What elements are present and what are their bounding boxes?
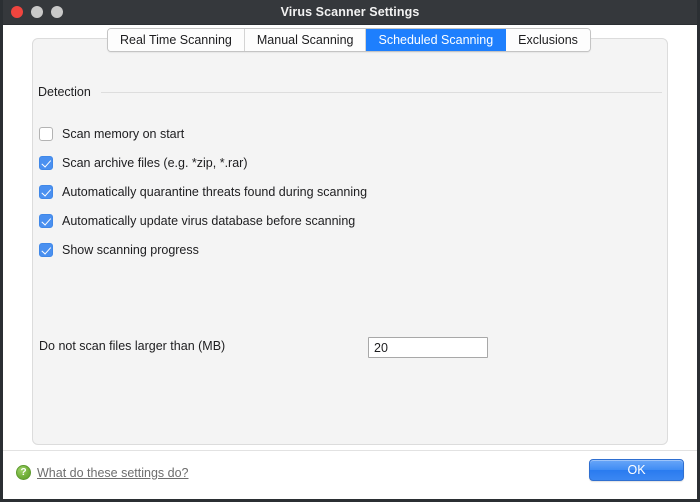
help-link-group[interactable]: ? What do these settings do? [16,465,188,480]
checkbox-auto-update-virus-database[interactable] [39,213,53,228]
close-button-icon[interactable] [11,6,23,18]
tab-bar: Real Time Scanning Manual Scanning Sched… [107,28,591,52]
tab-real-time-scanning[interactable]: Real Time Scanning [108,29,245,51]
tab-manual-scanning[interactable]: Manual Scanning [244,29,367,51]
help-link[interactable]: What do these settings do? [37,466,188,480]
ok-button[interactable]: OK [589,459,684,481]
tab-exclusions[interactable]: Exclusions [506,29,590,51]
option-show-scanning-progress[interactable]: Show scanning progress [39,235,649,264]
option-label: Automatically update virus database befo… [62,213,356,228]
detection-options-list: Scan memory on start Scan archive files … [39,119,649,264]
checkbox-scan-memory-on-start[interactable] [39,126,53,141]
checkbox-scan-archive-files[interactable] [39,155,53,170]
option-label: Show scanning progress [62,242,199,257]
file-size-limit-label: Do not scan files larger than (MB) [39,339,226,353]
tab-scheduled-scanning[interactable]: Scheduled Scanning [366,29,507,51]
option-label: Scan memory on start [62,126,185,141]
option-auto-quarantine-threats[interactable]: Automatically quarantine threats found d… [39,177,649,206]
window-body: Detection Scan memory on start Scan arch… [3,25,697,499]
title-bar: Virus Scanner Settings [3,0,697,25]
window-controls [11,0,63,24]
option-scan-memory-on-start[interactable]: Scan memory on start [39,119,649,148]
file-size-limit-row: Do not scan files larger than (MB) [39,337,659,358]
section-title: Detection [38,85,91,99]
minimize-button-icon[interactable] [31,6,43,18]
settings-panel: Detection Scan memory on start Scan arch… [32,38,668,445]
footer-bar: ? What do these settings do? OK [3,450,697,499]
file-size-limit-input[interactable] [368,337,488,358]
section-divider [100,91,662,93]
checkbox-auto-quarantine-threats[interactable] [39,184,53,199]
option-label: Scan archive files (e.g. *zip, *.rar) [62,155,248,170]
settings-window: Virus Scanner Settings Detection Scan me… [0,0,700,502]
option-auto-update-virus-database[interactable]: Automatically update virus database befo… [39,206,649,235]
checkbox-show-scanning-progress[interactable] [39,242,53,257]
detection-section-header: Detection [38,85,662,99]
option-scan-archive-files[interactable]: Scan archive files (e.g. *zip, *.rar) [39,148,649,177]
option-label: Automatically quarantine threats found d… [62,184,368,199]
zoom-button-icon[interactable] [51,6,63,18]
question-mark-icon: ? [16,465,31,480]
window-title: Virus Scanner Settings [280,5,420,19]
